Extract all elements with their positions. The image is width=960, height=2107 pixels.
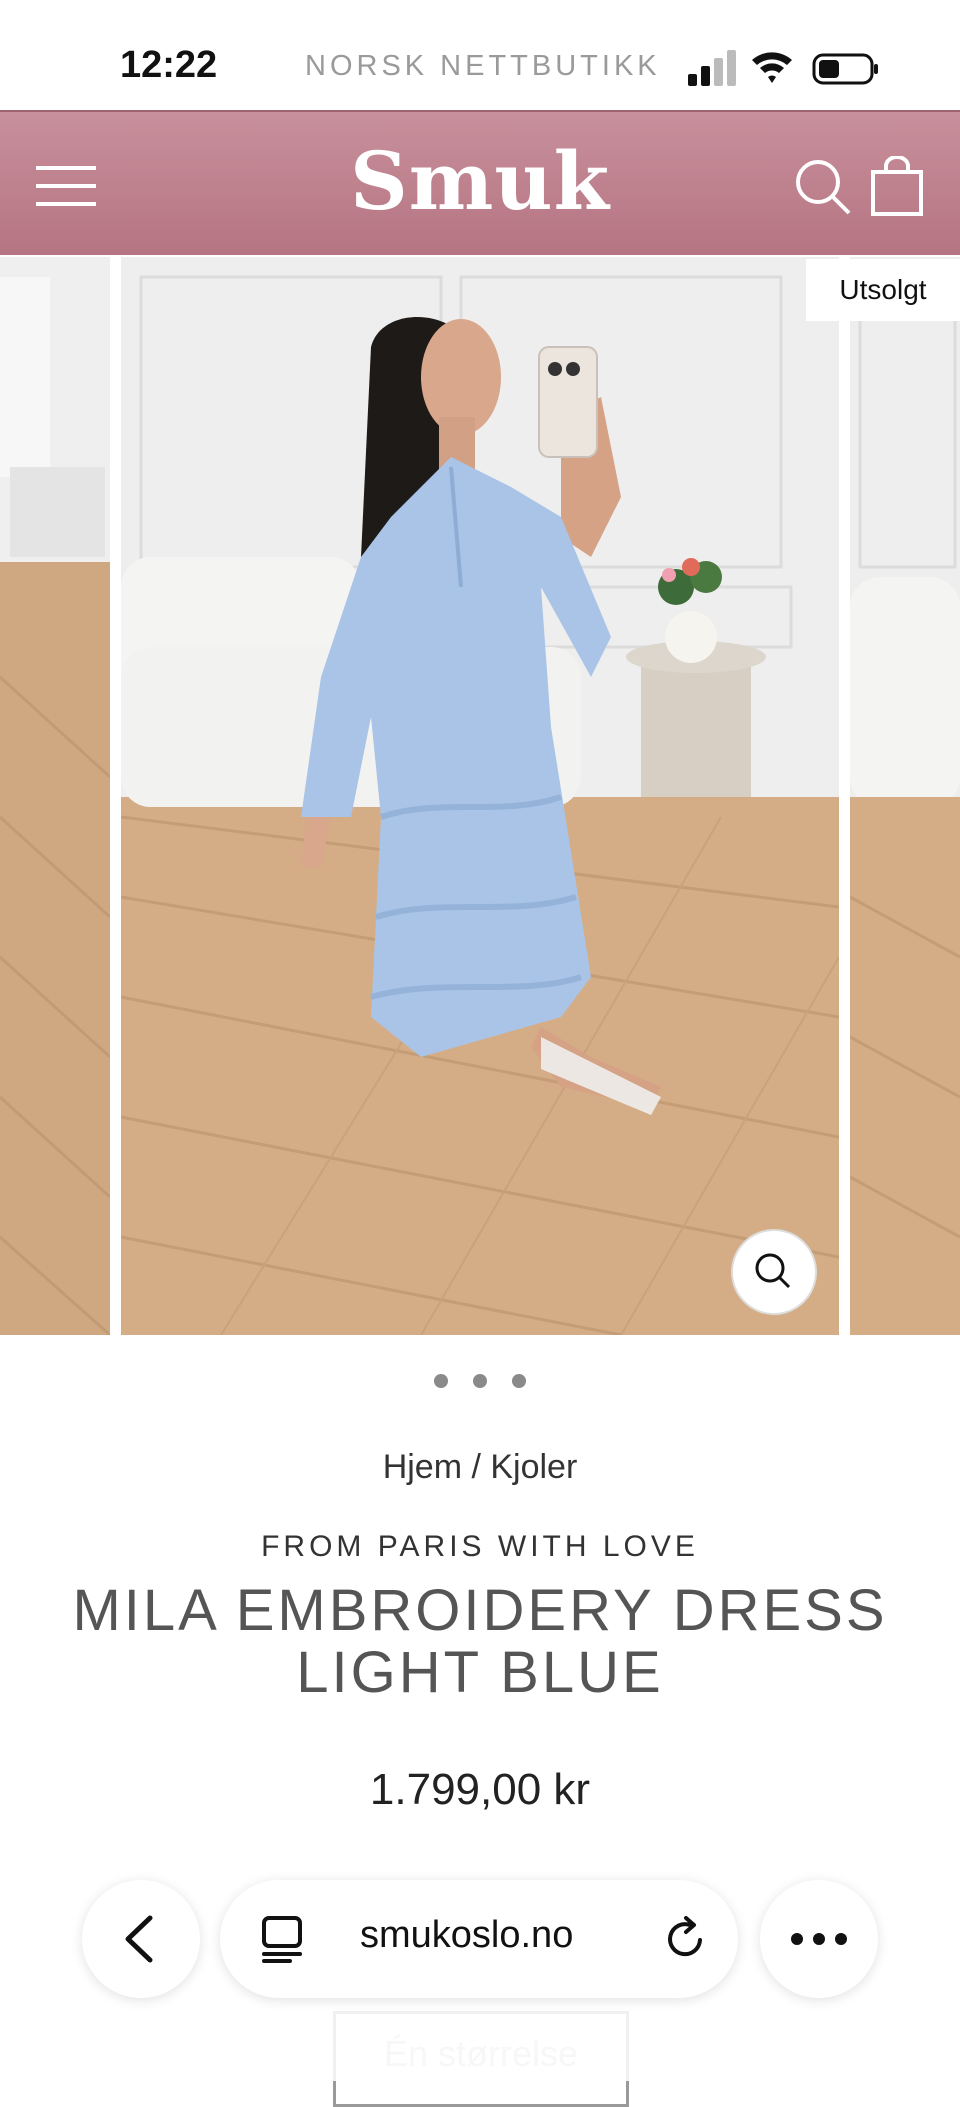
bag-icon[interactable]	[870, 156, 924, 216]
gallery-slide-previous[interactable]	[0, 257, 110, 1335]
pagination-dot[interactable]	[473, 1374, 487, 1388]
zoom-icon	[755, 1253, 791, 1289]
sold-out-badge: Utsolgt	[806, 259, 960, 321]
product-photo-next	[850, 257, 960, 1335]
product-price: 1.799,00 kr	[369, 1765, 591, 1814]
status-bar: 12:22 NORSK NETTBUTIKK	[0, 0, 960, 110]
gallery-slide-main[interactable]	[121, 257, 839, 1335]
search-icon[interactable]	[794, 158, 852, 216]
status-carrier: NORSK NETTBUTIKK	[305, 50, 661, 82]
product-photo-previous	[0, 257, 110, 1335]
breadcrumb[interactable]: Hjem / Kjoler	[0, 1448, 960, 1487]
back-button[interactable]	[82, 1880, 200, 1998]
product-brand[interactable]: FROM PARIS WITH LOVE	[0, 1530, 960, 1564]
menu-icon[interactable]	[36, 164, 96, 208]
signal-icon	[688, 50, 736, 86]
gallery-pagination	[430, 1374, 530, 1394]
zoom-button[interactable]	[731, 1229, 817, 1315]
pagination-dot[interactable]	[434, 1374, 448, 1388]
url-text[interactable]: smukoslo.no	[360, 1914, 573, 1957]
gallery-slide-next[interactable]	[850, 257, 960, 1335]
pagination-dot[interactable]	[512, 1374, 526, 1388]
site-logo[interactable]: Smuk	[330, 134, 630, 228]
wifi-icon	[752, 52, 792, 83]
product-title: MILA EMBROIDERY DRESS LIGHT BLUE	[72, 1578, 888, 1705]
tabs-icon[interactable]	[260, 1914, 306, 1964]
product-gallery[interactable]: Utsolgt	[0, 255, 960, 1335]
battery-icon	[812, 53, 878, 85]
status-time: 12:22	[120, 44, 218, 86]
more-icon	[791, 1933, 847, 1945]
address-bar[interactable]: smukoslo.no	[220, 1880, 738, 1998]
back-icon	[125, 1915, 153, 1963]
site-header: Smuk	[0, 110, 960, 257]
more-button[interactable]	[760, 1880, 878, 1998]
reload-icon[interactable]	[660, 1914, 710, 1964]
product-photo	[121, 257, 839, 1335]
